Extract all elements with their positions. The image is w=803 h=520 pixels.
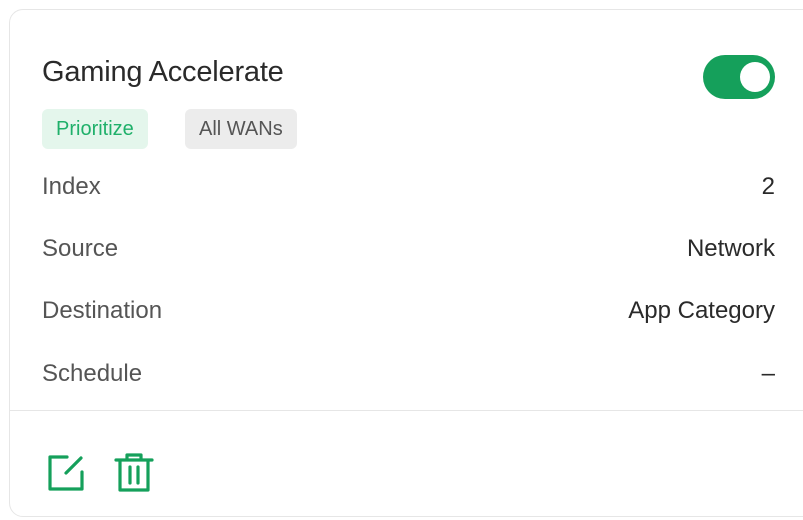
detail-label: Destination bbox=[42, 297, 163, 324]
detail-row-index: Index 2 bbox=[42, 167, 775, 207]
detail-row-source: Source Network bbox=[42, 229, 775, 269]
card-title: Gaming Accelerate bbox=[42, 56, 284, 88]
edit-button[interactable] bbox=[45, 452, 87, 494]
delete-button[interactable] bbox=[113, 452, 155, 494]
detail-label: Index bbox=[42, 173, 101, 200]
detail-value: Network bbox=[686, 235, 775, 262]
enable-toggle[interactable] bbox=[703, 55, 775, 99]
detail-value: – bbox=[761, 360, 775, 387]
detail-row-schedule: Schedule – bbox=[42, 354, 775, 394]
detail-row-destination: Destination App Category bbox=[42, 291, 775, 331]
trash-icon bbox=[114, 453, 154, 492]
toggle-knob bbox=[740, 62, 770, 92]
detail-value: App Category bbox=[628, 297, 775, 324]
detail-label: Schedule bbox=[42, 360, 143, 387]
detail-value: 2 bbox=[761, 173, 775, 200]
prioritize-tag: Prioritize bbox=[42, 109, 148, 149]
edit-icon bbox=[48, 455, 84, 491]
wans-tag: All WANs bbox=[185, 109, 297, 149]
detail-label: Source bbox=[42, 235, 119, 262]
rule-card: Gaming Accelerate Prioritize All WANs In… bbox=[9, 9, 803, 517]
card-divider bbox=[10, 410, 803, 411]
